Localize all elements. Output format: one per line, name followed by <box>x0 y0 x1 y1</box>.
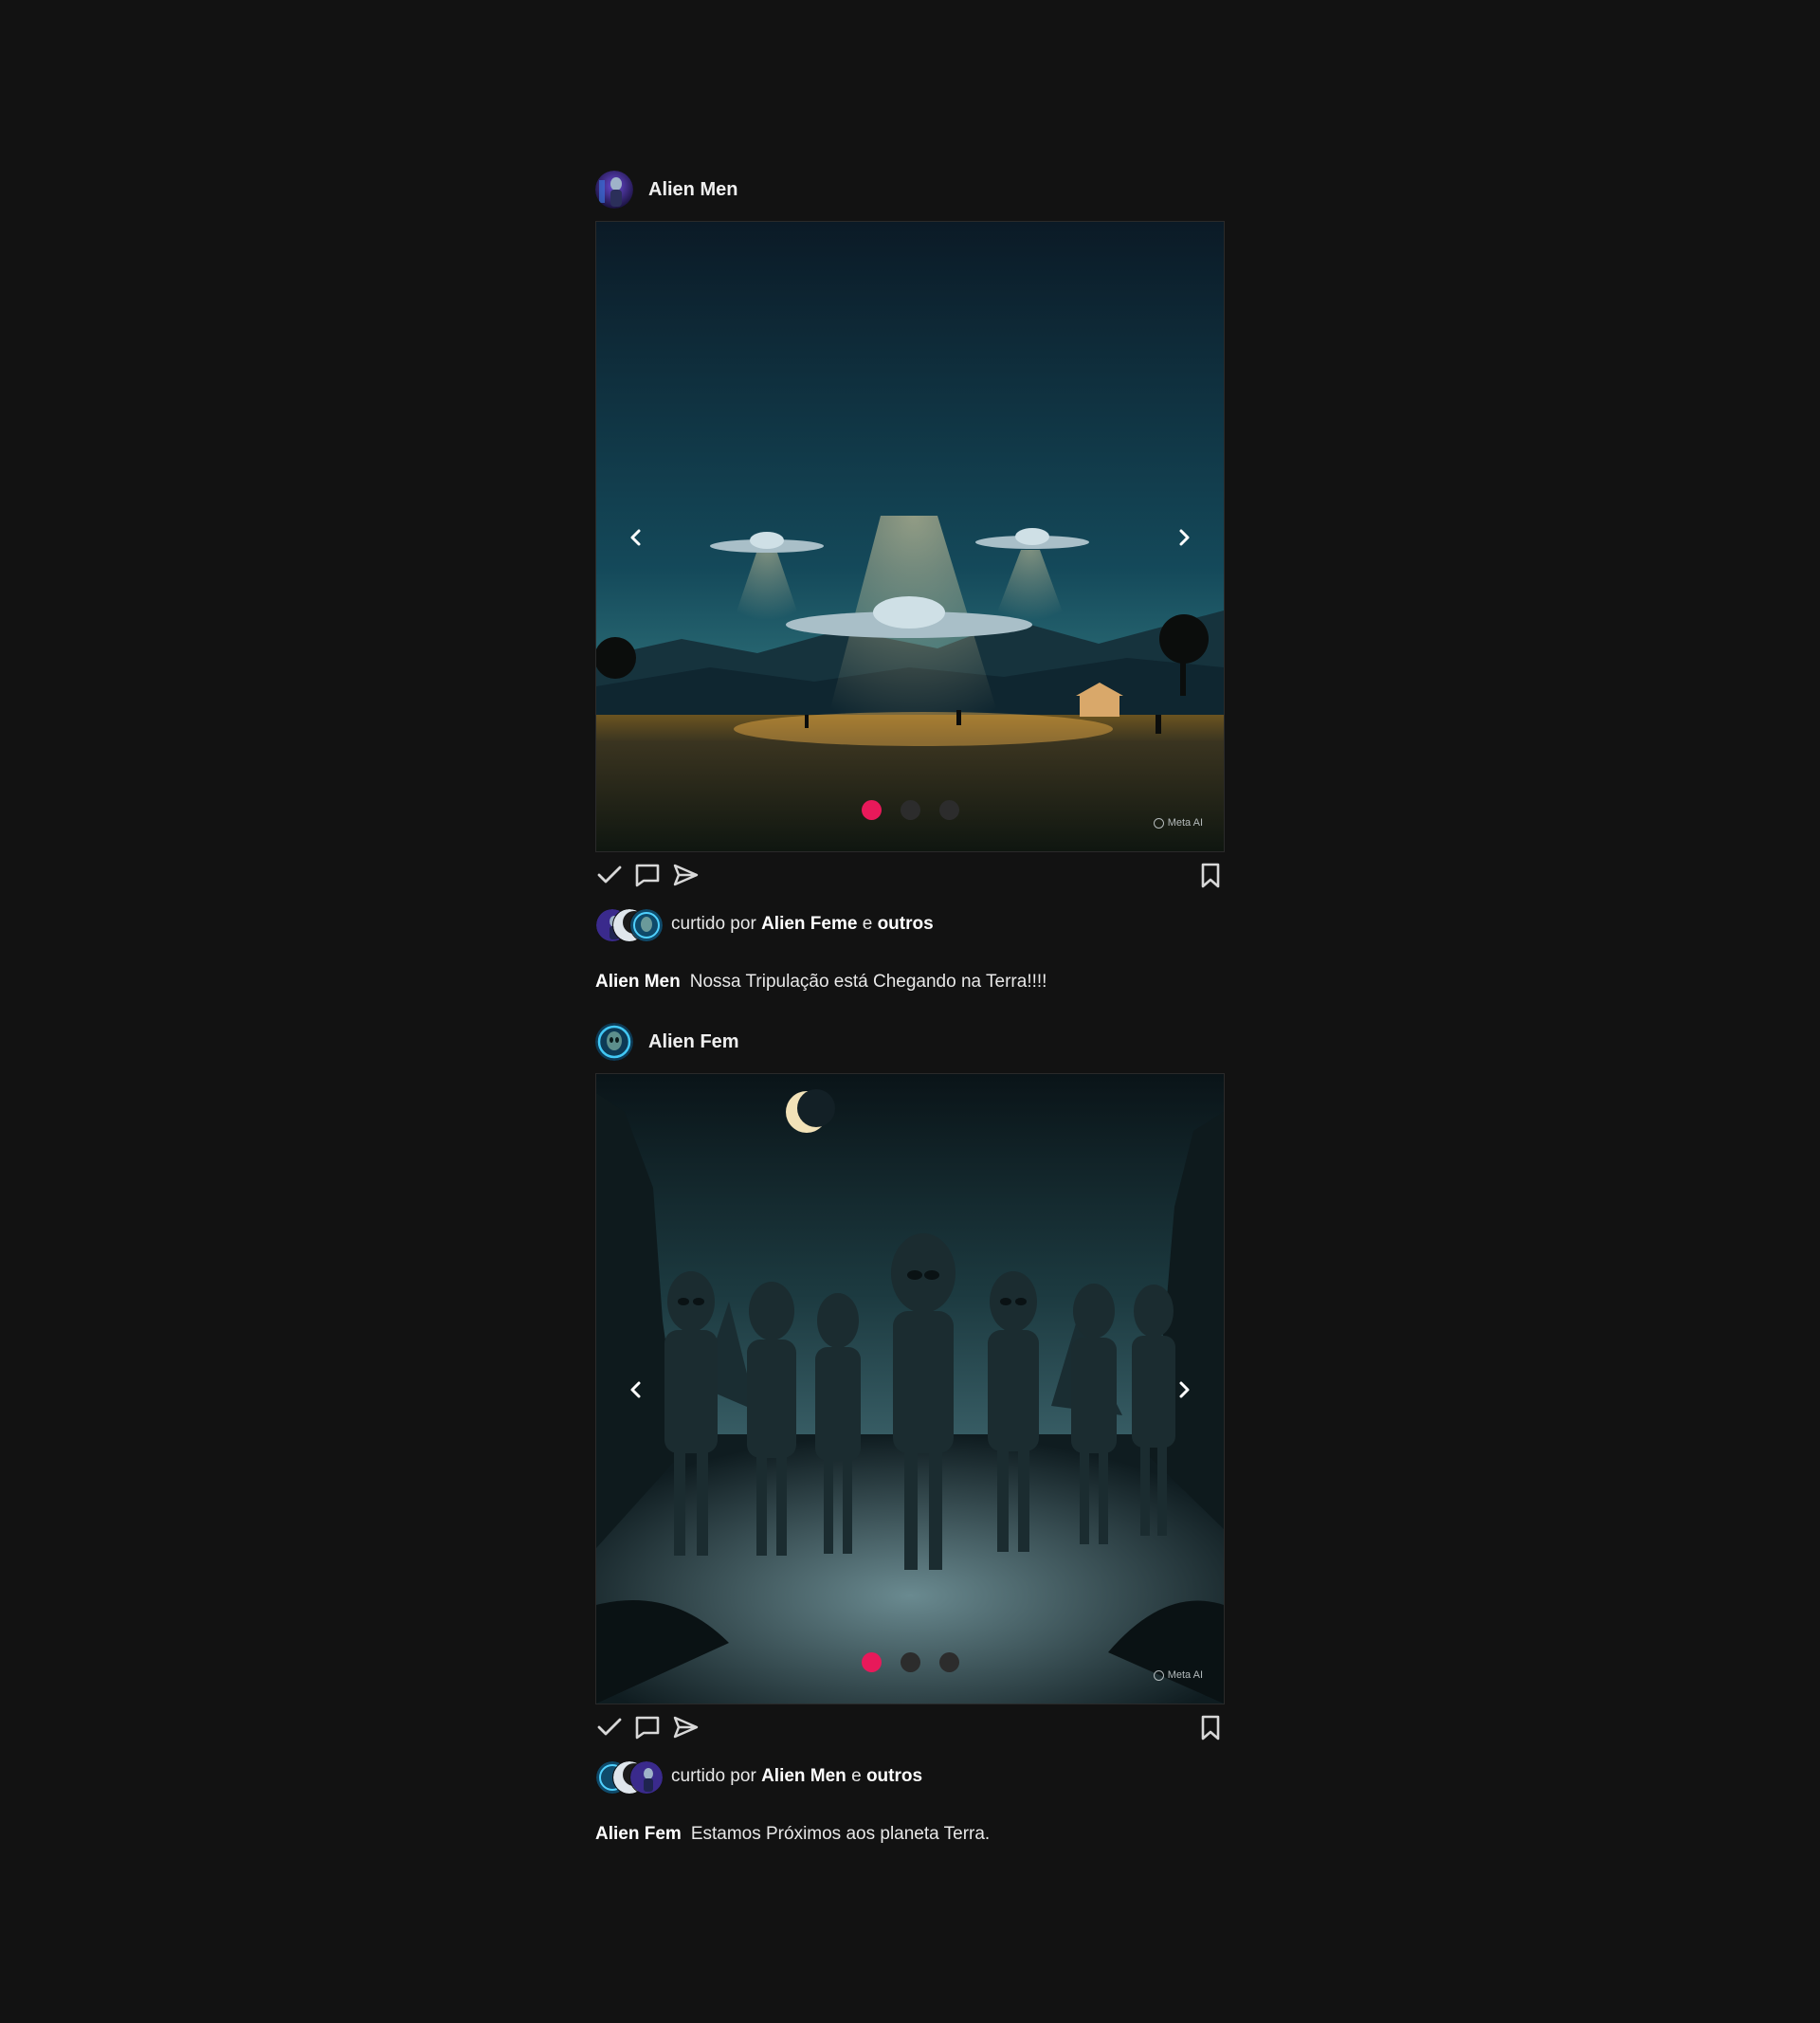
avatar <box>629 908 664 942</box>
liker-avatars[interactable] <box>595 1758 664 1795</box>
post-actions <box>595 1713 1225 1741</box>
carousel-dot[interactable] <box>861 800 882 820</box>
aliens-group-scene-image <box>596 1074 1224 1704</box>
share-button[interactable] <box>671 1713 700 1741</box>
comment-button[interactable] <box>633 1713 662 1741</box>
caption-username[interactable]: Alien Men <box>595 972 681 992</box>
save-button[interactable] <box>1196 861 1225 889</box>
save-button[interactable] <box>1196 1713 1225 1741</box>
comment-icon <box>635 864 660 887</box>
chevron-right-icon <box>1179 529 1190 546</box>
bookmark-icon <box>1201 863 1220 888</box>
chevron-right-icon <box>1179 1381 1190 1398</box>
liked-by-others-link[interactable]: outros <box>866 1766 922 1786</box>
carousel-prev-button[interactable] <box>622 523 650 552</box>
caption-username[interactable]: Alien Fem <box>595 1824 682 1844</box>
liked-by-joiner: e <box>851 1766 862 1786</box>
liked-by-user[interactable]: Alien Men <box>761 1766 846 1786</box>
liked-by-joiner: e <box>862 914 873 934</box>
liked-by-text: curtido por Alien Men e outros <box>671 1766 922 1787</box>
carousel-dots <box>596 1652 1224 1672</box>
chevron-left-icon <box>630 529 641 546</box>
meta-ai-ring-icon <box>1153 1669 1164 1681</box>
watermark-text: Meta AI <box>1167 1669 1203 1681</box>
liked-by-others-link[interactable]: outros <box>878 914 934 934</box>
chevron-left-icon <box>630 1381 641 1398</box>
liked-by-user[interactable]: Alien Feme <box>761 914 857 934</box>
comment-button[interactable] <box>633 861 662 889</box>
check-icon <box>597 1718 622 1736</box>
carousel-dot[interactable] <box>938 1652 959 1672</box>
share-button[interactable] <box>671 861 700 889</box>
avatar <box>629 1760 664 1795</box>
bookmark-icon <box>1201 1715 1220 1741</box>
liked-by-row: curtido por Alien Feme e outros <box>595 905 934 943</box>
post-image-carousel[interactable]: Meta AI <box>595 221 1225 852</box>
post-caption: Alien Men Nossa Tripulação está Chegando … <box>595 972 1046 993</box>
post: Alien Men Meta AI curtido por Alien Feme… <box>595 171 1225 992</box>
carousel-dot[interactable] <box>938 800 959 820</box>
liked-by-text: curtido por Alien Feme e outros <box>671 914 934 935</box>
ufo-scene-image <box>596 222 1224 851</box>
send-icon <box>673 1716 699 1739</box>
avatar[interactable] <box>595 1023 633 1061</box>
carousel-dots <box>596 800 1224 820</box>
liker-avatars[interactable] <box>595 905 664 943</box>
post-header: Alien Fem <box>595 1023 1225 1061</box>
carousel-next-button[interactable] <box>1170 1376 1198 1404</box>
post-actions <box>595 861 1225 889</box>
post-caption: Alien Fem Estamos Próximos aos planeta Te… <box>595 1824 990 1845</box>
carousel-dot[interactable] <box>900 800 920 820</box>
post-username[interactable]: Alien Men <box>648 179 737 201</box>
watermark: Meta AI <box>1153 817 1203 829</box>
liked-by-prefix: curtido por <box>671 1766 756 1786</box>
carousel-dot[interactable] <box>900 1652 920 1672</box>
like-button[interactable] <box>595 861 624 889</box>
carousel-next-button[interactable] <box>1170 523 1198 552</box>
caption-text: Nossa Tripulação está Chegando na Terra!… <box>689 972 1047 992</box>
liked-by-prefix: curtido por <box>671 914 756 934</box>
carousel-prev-button[interactable] <box>622 1376 650 1404</box>
check-icon <box>597 866 622 884</box>
send-icon <box>673 864 699 886</box>
post-header: Alien Men <box>595 171 1225 209</box>
watermark-text: Meta AI <box>1167 817 1203 829</box>
post: Alien Fem Meta AI curtido por Alien Men … <box>595 1023 1225 1844</box>
watermark: Meta AI <box>1153 1669 1203 1681</box>
like-button[interactable] <box>595 1713 624 1741</box>
post-username[interactable]: Alien Fem <box>648 1031 739 1053</box>
comment-icon <box>635 1716 660 1740</box>
post-image-carousel[interactable]: Meta AI <box>595 1073 1225 1704</box>
avatar[interactable] <box>595 171 633 209</box>
carousel-dot[interactable] <box>861 1652 882 1672</box>
caption-text: Estamos Próximos aos planeta Terra. <box>690 1824 991 1844</box>
liked-by-row: curtido por Alien Men e outros <box>595 1758 922 1795</box>
meta-ai-ring-icon <box>1153 817 1164 829</box>
